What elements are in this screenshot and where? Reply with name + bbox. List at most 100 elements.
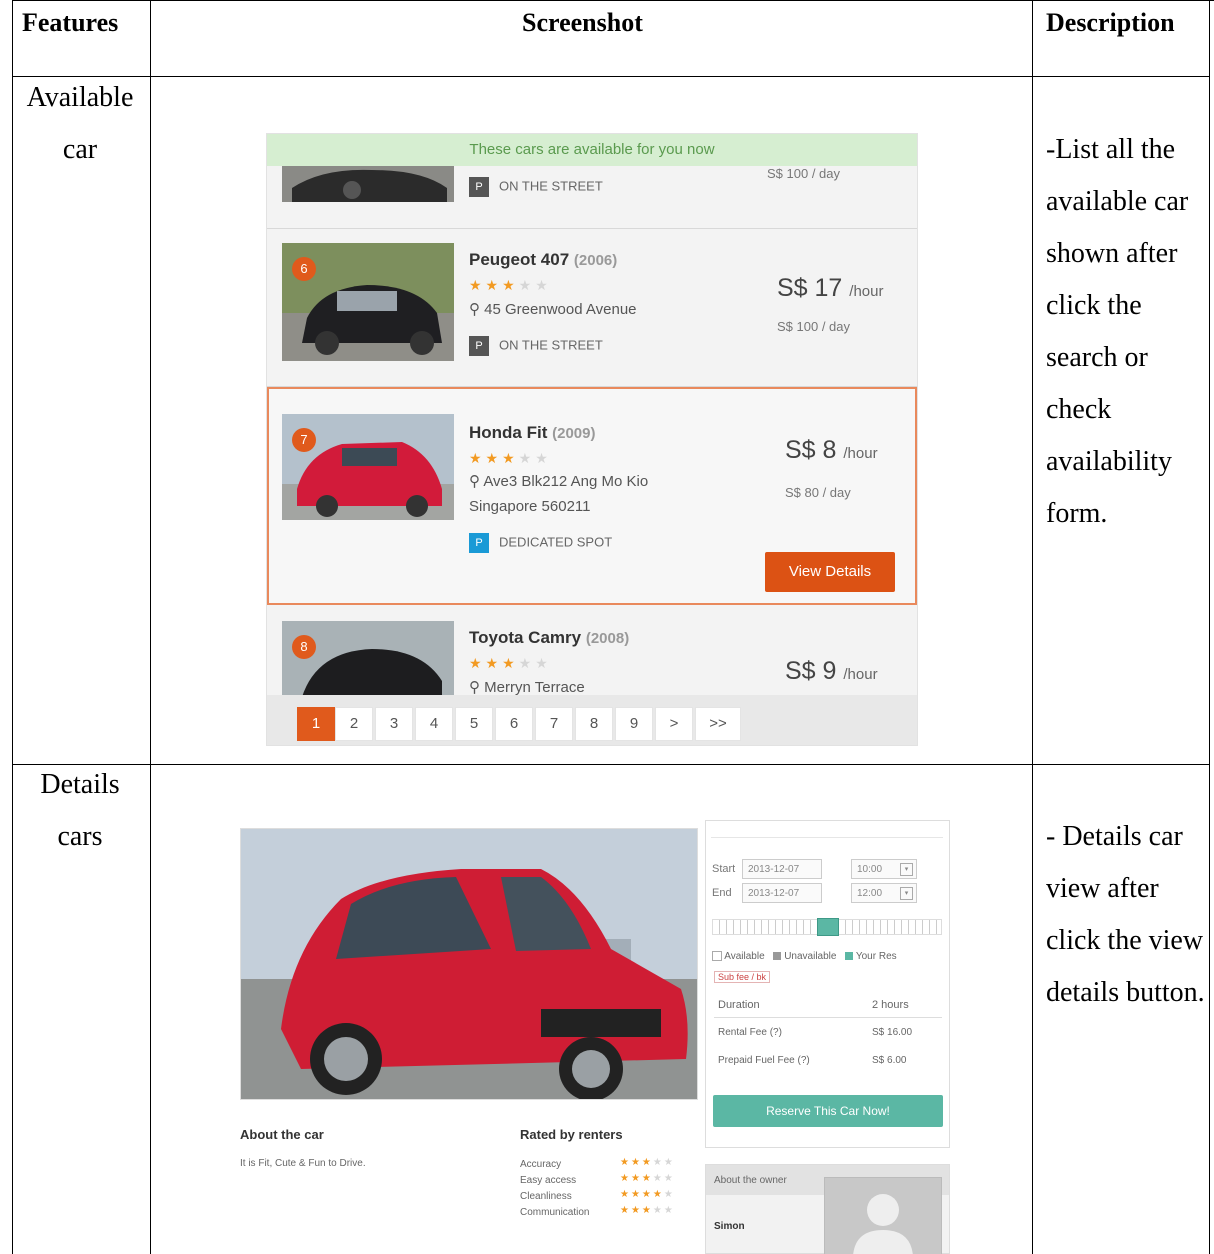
end-date-input[interactable]: 2013-12-07 <box>742 883 822 903</box>
feature-details-cars: Details cars <box>40 769 120 852</box>
car-name[interactable]: Peugeot 407 (2006) <box>469 250 617 270</box>
rating-stars: ★★★★★ <box>620 1205 675 1216</box>
page-1[interactable]: 1 <box>297 707 335 741</box>
location-pin-icon: ⚲ <box>469 679 485 696</box>
user-icon <box>853 1194 913 1254</box>
owner-avatar <box>824 1177 942 1254</box>
availability-timeline[interactable] <box>712 918 942 936</box>
header-screenshot: Screenshot <box>522 8 643 37</box>
rank-badge: 8 <box>292 635 316 659</box>
rating-label: Easy access <box>520 1175 577 1186</box>
car-photo <box>240 828 698 1100</box>
parking-icon: P <box>469 177 489 197</box>
booking-panel: Start 2013-12-07 10:00 ▾ End 2013-12-07 1… <box>705 820 950 1148</box>
page-last[interactable]: >> <box>695 707 741 741</box>
car-card-peugeot[interactable]: 6 Peugeot 407 (2006) ★★★★★ ⚲ 45 Greenwoo… <box>267 229 917 387</box>
duration-value: 2 hours <box>872 999 909 1011</box>
table-row-divider-2 <box>12 764 1210 765</box>
hourly-price: S$ 17 /hour <box>777 274 884 302</box>
hourly-price: S$ 8 /hour <box>785 436 878 464</box>
owner-name: Simon <box>714 1221 745 1232</box>
rating-stars: ★★★★★ <box>469 450 552 466</box>
rental-fee-label: Rental Fee (?) <box>718 1027 782 1038</box>
available-banner: These cars are available for you now <box>267 134 917 166</box>
owner-panel: About the owner Simon <box>705 1164 950 1254</box>
start-time-select[interactable]: 10:00 ▾ <box>851 859 917 879</box>
view-details-button[interactable]: View Details <box>765 552 895 592</box>
about-car-title: About the car <box>240 1127 324 1142</box>
table-border-right <box>1209 0 1210 1254</box>
page-4[interactable]: 4 <box>415 707 453 741</box>
rating-stars: ★★★★★ <box>620 1189 675 1200</box>
fuel-fee-value: S$ 6.00 <box>872 1055 907 1066</box>
rating-stars: ★★★★★ <box>620 1157 675 1168</box>
table-row-divider-1 <box>12 76 1210 77</box>
owner-title: About the owner <box>714 1175 787 1186</box>
reserve-button[interactable]: Reserve This Car Now! <box>713 1095 943 1127</box>
rating-stars: ★★★★★ <box>620 1173 675 1184</box>
car-name[interactable]: Toyota Camry (2008) <box>469 628 629 648</box>
dropdown-icon: ▾ <box>900 887 913 900</box>
dropdown-icon: ▾ <box>900 863 913 876</box>
page-2[interactable]: 2 <box>335 707 373 741</box>
fee-tag: Sub fee / bk <box>714 971 771 983</box>
page-3[interactable]: 3 <box>375 707 413 741</box>
daily-price: S$ 80 / day <box>785 485 851 500</box>
table-col-divider-1 <box>150 0 151 1254</box>
feature-available-car: Available car <box>26 82 134 165</box>
car-details-screenshot: Start 2013-12-07 10:00 ▾ End 2013-12-07 1… <box>230 816 960 1254</box>
rating-label: Accuracy <box>520 1159 562 1170</box>
car-address: ⚲ 45 Greenwood Avenue <box>469 301 637 318</box>
available-swatch <box>712 951 722 962</box>
rated-title: Rated by renters <box>520 1127 623 1142</box>
parking-info: P ON THE STREET <box>469 177 603 197</box>
table-border-left <box>12 0 13 1254</box>
car-thumbnail: 7 <box>282 414 454 520</box>
pagination: 1 2 3 4 5 6 7 8 9 > >> <box>267 695 917 745</box>
rental-fee-value: S$ 16.00 <box>872 1027 913 1038</box>
page-8[interactable]: 8 <box>575 707 613 741</box>
rank-badge: 6 <box>292 257 316 281</box>
parking-label: ON THE STREET <box>499 337 603 353</box>
table-border-top <box>12 0 1214 1</box>
description-details-cars: - Details car view after click the view … <box>1046 821 1205 1008</box>
duration-label: Duration <box>718 999 760 1011</box>
car-thumbnail: 6 <box>282 243 454 361</box>
rating-stars: ★★★★★ <box>469 277 552 293</box>
car-model: Honda Fit <box>469 423 548 442</box>
rating-label: Communication <box>520 1207 590 1218</box>
about-car-text: It is Fit, Cute & Fun to Drive. <box>240 1158 366 1169</box>
location-pin-icon: ⚲ <box>469 301 485 318</box>
daily-price: S$ 100 / day <box>767 166 840 181</box>
car-year: (2006) <box>573 252 618 269</box>
unavailable-swatch <box>773 952 782 961</box>
car-name[interactable]: Honda Fit (2009) <box>469 423 595 443</box>
car-model: Peugeot 407 <box>469 250 570 269</box>
end-label: End <box>712 887 732 899</box>
car-address: ⚲ Ave3 Blk212 Ang Mo Kio Singapore 56021… <box>469 473 649 515</box>
rank-badge: 7 <box>292 428 316 452</box>
hourly-price: S$ 9 /hour <box>785 657 878 685</box>
end-time-select[interactable]: 12:00 ▾ <box>851 883 917 903</box>
parking-icon: P <box>469 533 489 553</box>
fuel-fee-label: Prepaid Fuel Fee (?) <box>718 1055 810 1066</box>
rating-label: Cleanliness <box>520 1191 572 1202</box>
parking-info: P DEDICATED SPOT <box>469 533 612 553</box>
page-9[interactable]: 9 <box>615 707 653 741</box>
car-year: (2008) <box>585 630 630 647</box>
page-5[interactable]: 5 <box>455 707 493 741</box>
page-next[interactable]: > <box>655 707 693 741</box>
header-features: Features <box>22 8 119 37</box>
available-cars-screenshot: These cars are available for you now P ON… <box>266 133 918 746</box>
rating-stars: ★★★★★ <box>469 655 552 671</box>
start-date-input[interactable]: 2013-12-07 <box>742 859 822 879</box>
car-thumbnail: 8 <box>282 621 454 697</box>
car-card-toyota-camry[interactable]: 8 Toyota Camry (2008) ★★★★★ ⚲ Merryn Ter… <box>267 615 917 697</box>
page-6[interactable]: 6 <box>495 707 533 741</box>
parking-info: P ON THE STREET <box>469 336 603 356</box>
header-description: Description <box>1046 8 1175 37</box>
car-card-honda-fit[interactable]: 7 Honda Fit (2009) ★★★★★ ⚲ Ave3 Blk212 A… <box>267 387 917 605</box>
car-model: Toyota Camry <box>469 628 582 647</box>
reservation-swatch <box>845 952 854 961</box>
page-7[interactable]: 7 <box>535 707 573 741</box>
